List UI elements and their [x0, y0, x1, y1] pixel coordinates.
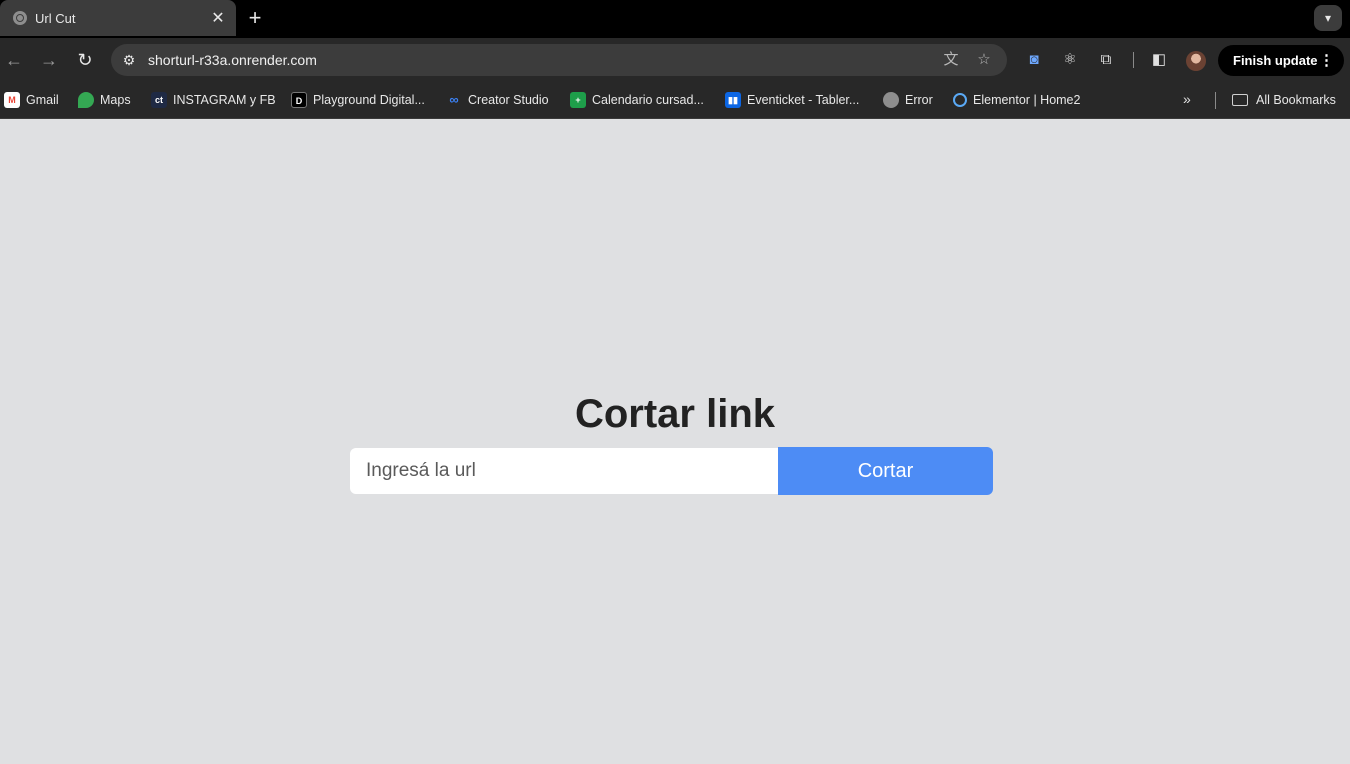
- forward-arrow-icon[interactable]: →: [37, 48, 61, 72]
- trello-icon: ▮▮: [725, 92, 741, 108]
- address-url[interactable]: shorturl-r33a.onrender.com: [148, 52, 317, 68]
- tab-url-cut[interactable]: Url Cut ✕: [0, 0, 236, 36]
- bookmark-label: Calendario cursad...: [592, 93, 704, 107]
- bookmark-label: Playground Digital...: [313, 93, 425, 107]
- more-bookmarks-chevron-icon[interactable]: »: [1183, 91, 1191, 107]
- gmail-icon: M: [4, 92, 20, 108]
- meta-icon: ∞: [449, 92, 459, 107]
- react-devtools-icon[interactable]: ⚛: [1059, 50, 1081, 70]
- all-bookmarks-label: All Bookmarks: [1256, 93, 1336, 107]
- bookmarks-bar: M Gmail Maps ct INSTAGRAM y FB D Playgro…: [0, 82, 1350, 119]
- sheets-icon: +: [570, 92, 586, 108]
- bookmark-label: Eventicket - Tabler...: [747, 93, 860, 107]
- site-settings-icon[interactable]: ⚙: [119, 50, 139, 70]
- cortar-button[interactable]: Cortar: [778, 447, 993, 495]
- bookmark-gmail[interactable]: M Gmail: [4, 91, 59, 109]
- bookmark-creator-studio[interactable]: ∞ Creator Studio: [446, 91, 549, 109]
- new-tab-button[interactable]: +: [244, 5, 266, 31]
- bookmark-elementor[interactable]: Elementor | Home2: [953, 91, 1080, 109]
- globe-icon: [13, 11, 27, 25]
- bookmark-calendario-cursada[interactable]: + Calendario cursad...: [570, 91, 704, 109]
- bookmark-label: INSTAGRAM y FB: [173, 93, 276, 107]
- bookmark-error[interactable]: Error: [883, 91, 933, 109]
- bookmark-label: Error: [905, 93, 933, 107]
- tab-search-chevron-icon[interactable]: ▾: [1314, 5, 1342, 31]
- bookmark-label: Elementor | Home2: [973, 93, 1081, 107]
- bookmark-label: Maps: [100, 93, 131, 107]
- browser-toolbar: ← → ↻ ⚙ shorturl-r33a.onrender.com 文 ☆ ◙…: [0, 38, 1350, 82]
- tab-title: Url Cut: [35, 10, 76, 26]
- profile-avatar[interactable]: [1186, 51, 1206, 71]
- address-bar[interactable]: ⚙ shorturl-r33a.onrender.com 文 ☆: [111, 44, 1007, 76]
- toolbar-divider: [1133, 52, 1134, 68]
- screen-recorder-extension-icon[interactable]: ◙: [1023, 50, 1045, 70]
- back-arrow-icon[interactable]: ←: [2, 48, 26, 72]
- bookmark-instagram-fb[interactable]: ct INSTAGRAM y FB: [151, 91, 276, 109]
- all-bookmarks-folder[interactable]: All Bookmarks: [1232, 91, 1336, 109]
- bookmark-maps[interactable]: Maps: [78, 91, 131, 109]
- bookmark-playground-digital[interactable]: D Playground Digital...: [291, 91, 425, 109]
- bookmarks-divider: [1215, 92, 1216, 109]
- elementor-icon: [953, 93, 967, 107]
- extensions-puzzle-icon[interactable]: ⧉: [1095, 50, 1117, 70]
- bookmark-label: Creator Studio: [468, 93, 549, 107]
- bookmark-label: Gmail: [26, 93, 59, 107]
- maps-icon: [78, 92, 94, 108]
- finish-update-label: Finish update: [1233, 53, 1318, 68]
- reload-icon[interactable]: ↻: [73, 48, 97, 72]
- more-menu-icon[interactable]: ⋮: [1319, 45, 1334, 76]
- folder-icon: [1232, 94, 1248, 106]
- page-title: Cortar link: [574, 392, 776, 436]
- tab-close-icon[interactable]: ✕: [208, 8, 228, 28]
- ct-icon: ct: [151, 92, 167, 108]
- bookmark-eventicket[interactable]: ▮▮ Eventicket - Tabler...: [725, 91, 859, 109]
- side-panel-icon[interactable]: ◧: [1148, 50, 1170, 70]
- bookmark-star-icon[interactable]: ☆: [974, 50, 994, 70]
- tab-strip: Url Cut ✕ + ▾: [0, 0, 1350, 38]
- globe-icon: [883, 92, 899, 108]
- playground-icon: D: [291, 92, 307, 108]
- url-input[interactable]: [350, 448, 779, 494]
- translate-icon[interactable]: 文: [941, 50, 961, 70]
- finish-update-button[interactable]: Finish update ⋮: [1218, 45, 1344, 76]
